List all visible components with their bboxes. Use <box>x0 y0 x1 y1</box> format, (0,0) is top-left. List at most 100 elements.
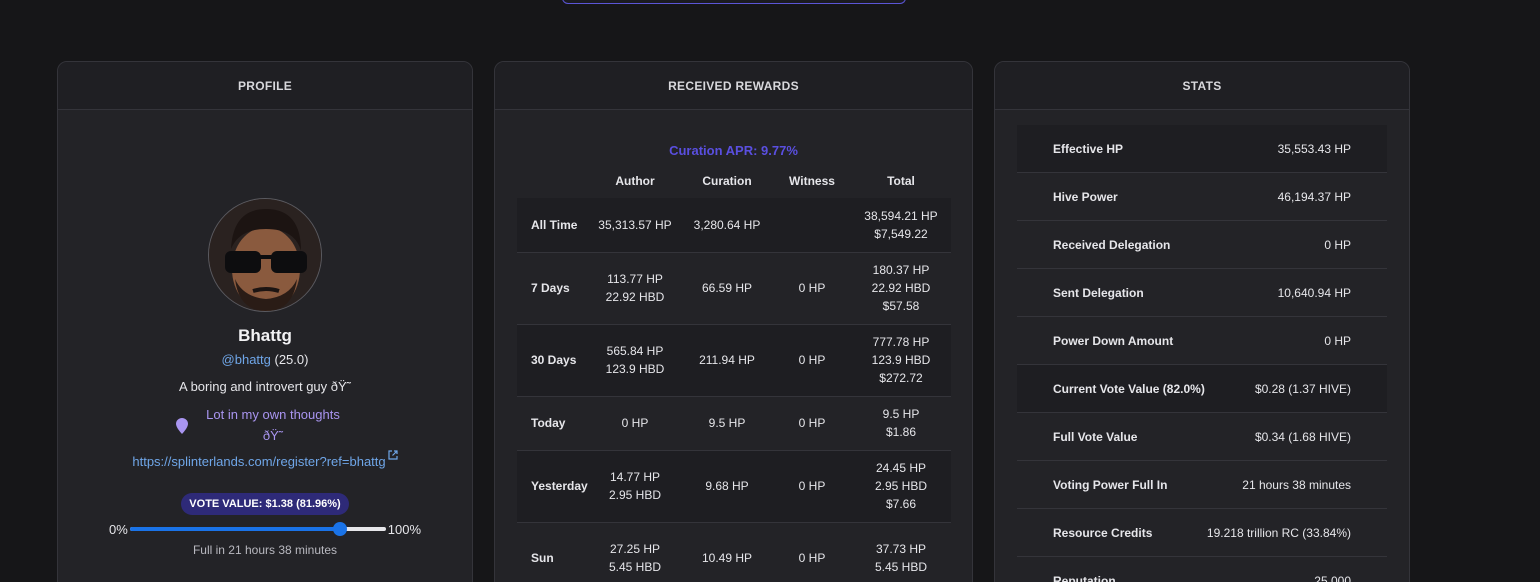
avatar-image <box>209 199 321 311</box>
cell-witness: 0 HP <box>773 324 851 397</box>
stat-value: 0 HP <box>1324 333 1351 348</box>
slider-thumb[interactable] <box>332 522 347 536</box>
cell-line: 0 HP <box>798 281 826 295</box>
stats-list: Effective HP 35,553.43 HP Hive Power 46,194… <box>1017 125 1387 582</box>
cell-total: 777.78 HP 123.9 HBD $272.72 <box>851 324 951 397</box>
cell-line: 27.25 HP <box>609 542 661 556</box>
cell-line: $272.72 <box>879 371 923 385</box>
cell-author: 565.84 HP 123.9 HBD <box>589 324 681 397</box>
row-label: 30 Days <box>517 324 589 397</box>
cell-line: 211.94 HP <box>699 353 755 367</box>
website-url[interactable]: https://splinterlands.com/register?ref=b… <box>132 454 385 469</box>
stat-value: 25.000 <box>1314 573 1351 582</box>
handle-link[interactable]: @bhattg <box>222 352 271 367</box>
cell-line: 3,280.64 HP <box>693 217 761 232</box>
location-line-1: Lot in my own thoughts <box>206 407 340 422</box>
website-link[interactable]: https://splinterlands.com/register?ref=b… <box>132 450 398 469</box>
rewards-card: RECEIVED REWARDS Curation APR: 9.77% Aut… <box>494 61 973 582</box>
slider-max-label: 100% <box>387 521 422 537</box>
stat-label: Sent Delegation <box>1053 285 1144 300</box>
cell-line: 0 HP <box>621 416 649 430</box>
row-label: 7 Days <box>517 252 589 325</box>
stats-card: STATS Effective HP 35,553.43 HP Hive Power… <box>994 61 1410 582</box>
stat-row: Resource Credits 19.218 trillion RC (33.8… <box>1017 509 1387 557</box>
row-label: Today <box>517 396 589 451</box>
stat-value: 19.218 trillion RC (33.84%) <box>1206 525 1351 540</box>
voting-power-full-in: Full in 21 hours 38 minutes <box>192 543 338 557</box>
cell-line: 9.5 HP <box>882 407 920 421</box>
rewards-col-4: Total <box>887 174 915 188</box>
display-name: Bhattg <box>238 326 292 345</box>
cell-line: 14.77 HP <box>609 470 661 484</box>
rewards-col-2: Curation <box>702 174 752 188</box>
top-search-bar[interactable] <box>562 0 906 4</box>
cell-line: 66.59 HP <box>701 281 753 295</box>
cell-line: 37.73 HP <box>875 542 927 556</box>
cell-curation: 211.94 HP <box>681 324 773 397</box>
cell-line: 10.49 HP <box>701 551 753 565</box>
stat-label: Power Down Amount <box>1053 333 1174 348</box>
cell-line: 24.45 HP <box>875 461 927 475</box>
stat-row: Sent Delegation 10,640.94 HP <box>1017 269 1387 317</box>
cell-line: 2.95 HBD <box>608 488 662 502</box>
rewards-table-header: Author Curation Witness Total <box>517 174 951 198</box>
cell-line: 5.45 HBD <box>608 560 662 574</box>
cell-author: 0 HP <box>589 396 681 451</box>
stat-row: Reputation 25.000 <box>1017 557 1387 582</box>
rewards-col-3: Witness <box>789 174 835 188</box>
table-row: Yesterday 14.77 HP 2.95 HBD 9.68 HP 0 HP 24.4… <box>517 450 951 523</box>
stat-row: Power Down Amount 0 HP <box>1017 317 1387 365</box>
cell-line: 777.78 HP <box>872 335 930 349</box>
cell-total: 37.73 HP 5.45 HBD <box>851 522 951 582</box>
reputation-score: (25.0) <box>274 352 309 367</box>
location-line-2: ðŸ˜ <box>262 428 284 443</box>
stat-row: Voting Power Full In 21 hours 38 minutes <box>1017 461 1387 509</box>
cell-line: 123.9 HBD <box>871 353 931 367</box>
profile-card: PROFILE Bhattg @bhattg (25.0) A boring a… <box>57 61 473 582</box>
stat-label: Reputation <box>1053 573 1116 582</box>
rewards-col-0 <box>517 174 589 198</box>
cell-line: $57.58 <box>882 299 920 313</box>
stat-row: Hive Power 46,194.37 HP <box>1017 173 1387 221</box>
rewards-col-1: Author <box>615 174 655 188</box>
stat-label: Hive Power <box>1053 189 1118 204</box>
stat-row: Full Vote Value $0.34 (1.68 HIVE) <box>1017 413 1387 461</box>
table-row: Today 0 HP 9.5 HP 0 HP 9.5 HP $1.86 <box>517 396 951 451</box>
table-row: All Time 35,313.57 HP 3,280.64 HP 38,594.21… <box>517 198 951 253</box>
cell-line: 5.45 HBD <box>874 560 928 574</box>
slider-fill <box>129 527 340 531</box>
table-row: 30 Days 565.84 HP 123.9 HBD 211.94 HP 0 HP 77… <box>517 324 951 397</box>
handle-line: @bhattg (25.0) <box>222 352 309 367</box>
cell-witness: 0 HP <box>773 450 851 523</box>
cell-total: 9.5 HP $1.86 <box>851 396 951 451</box>
cell-witness: 0 HP <box>773 252 851 325</box>
stat-label: Voting Power Full In <box>1053 477 1168 492</box>
slider-min-label: 0% <box>108 521 128 537</box>
cell-line: 565.84 HP <box>606 344 664 358</box>
cell-witness: 0 HP <box>773 396 851 451</box>
cell-author: 35,313.57 HP <box>589 198 681 253</box>
row-label: Yesterday <box>517 450 589 523</box>
profile-header: PROFILE <box>58 62 472 110</box>
profile-location: Lot in my own thoughts ðŸ˜ <box>176 404 340 446</box>
cell-curation: 66.59 HP <box>681 252 773 325</box>
cell-line: 0 HP <box>798 353 826 367</box>
cell-line: 180.37 HP <box>872 263 930 277</box>
cell-line: $7.66 <box>885 497 917 511</box>
rewards-table: Author Curation Witness Total All Time 35,31… <box>517 174 951 582</box>
external-link-icon <box>388 450 398 460</box>
stat-value: 35,553.43 HP <box>1277 141 1351 156</box>
vote-weight-slider[interactable] <box>129 521 386 537</box>
stat-label: Received Delegation <box>1053 237 1171 252</box>
vote-slider-row: 0% 100% <box>109 521 421 537</box>
cell-line: 22.92 HBD <box>605 290 665 304</box>
cell-line: 113.77 HP <box>607 272 663 286</box>
location-text: Lot in my own thoughts ðŸ˜ <box>206 404 340 446</box>
cell-line: $7,549.22 <box>874 226 928 241</box>
curation-apr: Curation APR: 9.77% <box>669 143 798 158</box>
cell-line: 38,594.21 HP <box>864 208 938 223</box>
cell-line: 35,313.57 HP <box>598 217 672 232</box>
stat-row: Current Vote Value (82.0%) $0.28 (1.37 HI… <box>1017 365 1387 413</box>
cell-curation: 10.49 HP <box>681 522 773 582</box>
stats-header: STATS <box>995 62 1409 110</box>
